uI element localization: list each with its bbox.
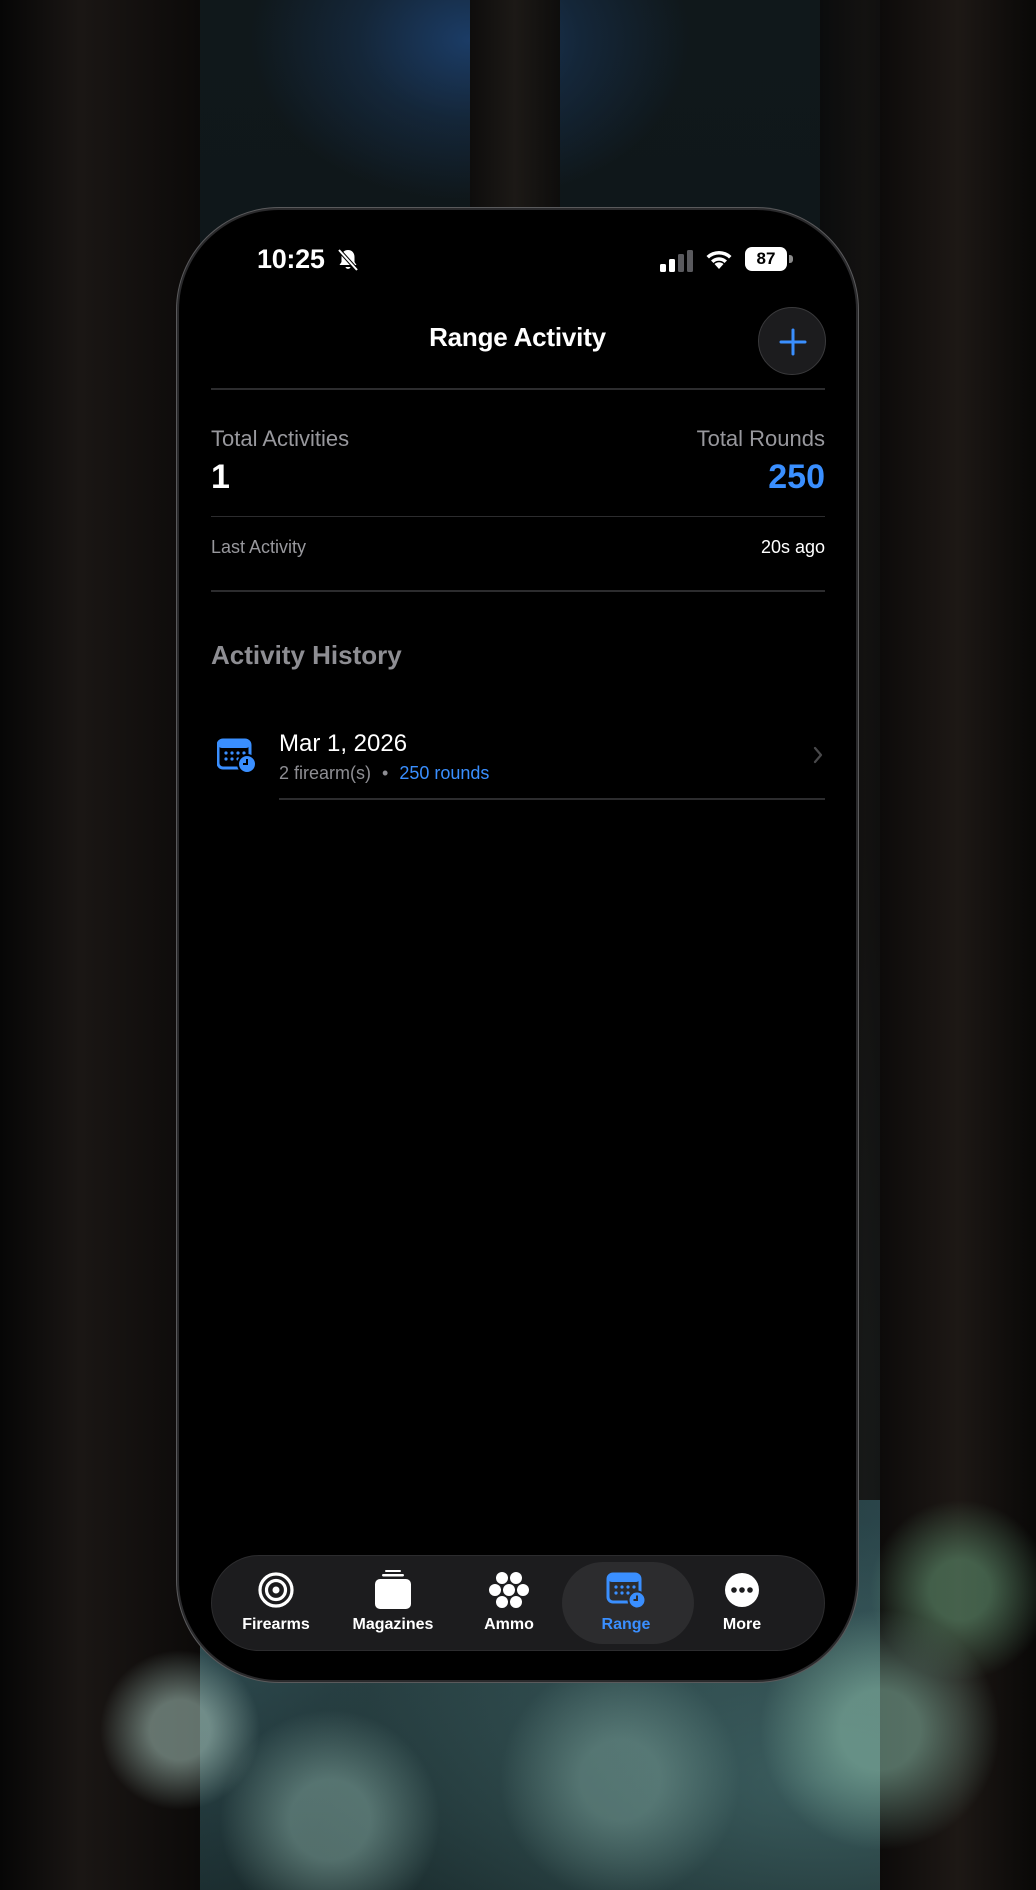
calendar-clock-icon xyxy=(606,1572,646,1610)
tab-range[interactable]: Range xyxy=(562,1556,694,1650)
activity-history-heading: Activity History xyxy=(211,640,402,670)
tab-label: Magazines xyxy=(352,1616,434,1633)
status-bar: 10:25 87 xyxy=(179,210,856,310)
activity-summary: 2 firearm(s) • 250 rounds xyxy=(279,763,489,784)
tab-label: More xyxy=(722,1616,762,1633)
total-activities-label: Total Activities xyxy=(211,426,350,451)
cellular-signal-icon xyxy=(660,250,693,272)
activity-firearms: 2 firearm(s) xyxy=(279,763,372,783)
tab-firearms[interactable]: Firearms xyxy=(216,1556,336,1650)
row-divider xyxy=(279,798,825,800)
total-rounds-value: 250 xyxy=(768,458,825,496)
activity-separator: • xyxy=(382,763,389,783)
activity-rounds: 250 rounds xyxy=(399,763,490,783)
last-activity-label: Last Activity xyxy=(211,537,307,557)
page-title: Range Activity xyxy=(429,322,606,352)
add-activity-button[interactable] xyxy=(758,307,826,375)
wifi-icon xyxy=(706,250,732,269)
chevron-right-icon xyxy=(813,746,823,764)
more-icon xyxy=(725,1573,759,1607)
tab-label: Ammo xyxy=(484,1616,534,1633)
tab-more[interactable]: More xyxy=(682,1556,802,1650)
total-rounds-label: Total Rounds xyxy=(696,426,825,451)
plus-icon xyxy=(779,328,807,356)
silent-bell-icon xyxy=(337,248,359,272)
tab-label: Range xyxy=(601,1616,651,1633)
tab-bar: Firearms Magazines Ammo Range More xyxy=(211,1555,825,1651)
status-time: 10:25 xyxy=(257,244,325,274)
header-divider xyxy=(211,388,825,390)
total-activities-value: 1 xyxy=(211,458,230,496)
summary-divider xyxy=(211,516,825,517)
tab-label: Firearms xyxy=(242,1616,310,1633)
calendar-clock-icon xyxy=(217,738,257,774)
last-activity-value: 20s ago xyxy=(760,537,825,557)
target-icon xyxy=(258,1572,294,1608)
magazine-icon xyxy=(375,1570,411,1609)
phone-screen: 10:25 87 Range Activity Total Activities… xyxy=(179,210,856,1680)
tab-magazines[interactable]: Magazines xyxy=(333,1556,453,1650)
summary-bottom-divider xyxy=(211,590,825,592)
tab-ammo[interactable]: Ammo xyxy=(449,1556,569,1650)
activity-date: Mar 1, 2026 xyxy=(279,730,408,757)
battery-indicator: 87 xyxy=(745,247,795,271)
ammo-icon xyxy=(489,1572,529,1608)
activity-row[interactable]: Mar 1, 2026 2 firearm(s) • 250 rounds xyxy=(211,708,825,800)
battery-level: 87 xyxy=(745,247,787,271)
